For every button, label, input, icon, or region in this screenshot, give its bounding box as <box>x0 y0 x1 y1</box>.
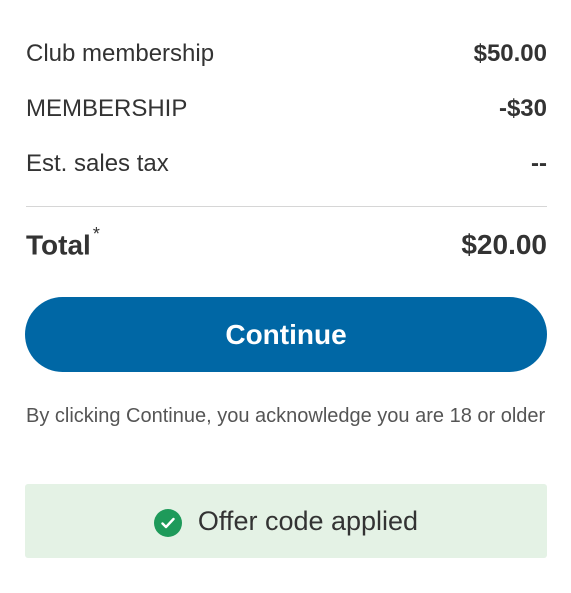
total-label: Total * <box>26 224 100 261</box>
line-item-club-membership: Club membership $50.00 <box>26 26 547 81</box>
line-item-label: Club membership <box>26 39 215 67</box>
line-item-price: $50.00 <box>473 39 547 67</box>
total-label-text: Total <box>26 229 91 261</box>
offer-code-applied-banner: Offer code applied <box>25 484 547 558</box>
line-item-price: -$30 <box>498 94 547 122</box>
total-row: Total * $20.00 <box>26 223 547 267</box>
line-item-price: -- <box>531 149 547 177</box>
line-item-label: MEMBERSHIP <box>26 94 188 122</box>
total-value: $20.00 <box>461 229 547 260</box>
line-item-label: Est. sales tax <box>26 149 169 177</box>
continue-button[interactable]: Continue <box>25 297 547 372</box>
summary-divider <box>26 206 547 207</box>
check-circle-icon <box>153 509 182 537</box>
line-item-sales-tax: Est. sales tax -- <box>26 136 547 191</box>
total-footnote-marker: * <box>92 224 100 245</box>
age-acknowledgement-text: By clicking Continue, you acknowledge yo… <box>26 405 546 427</box>
offer-code-status-text: Offer code applied <box>197 505 419 536</box>
line-item-membership-discount: MEMBERSHIP -$30 <box>26 81 547 136</box>
order-summary: Club membership $50.00 MEMBERSHIP -$30 E… <box>26 0 547 191</box>
